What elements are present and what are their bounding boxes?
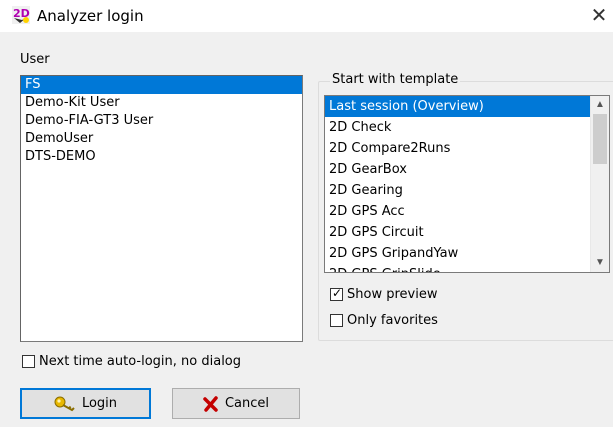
auto-login-checkbox[interactable] [22, 355, 35, 368]
template-list-item[interactable]: 2D GearBox [325, 159, 591, 180]
auto-login-row[interactable]: Next time auto-login, no dialog [22, 354, 241, 369]
template-list-item[interactable]: Last session (Overview) [325, 96, 591, 117]
user-list-item[interactable]: DemoUser [21, 130, 302, 148]
login-label: Login [81, 396, 118, 411]
user-list-item[interactable]: Demo-FIA-GT3 User [21, 112, 302, 130]
template-items: Last session (Overview) 2D Check 2D Compar… [325, 96, 591, 272]
show-preview-checkbox[interactable]: ✓ [330, 286, 343, 301]
user-list[interactable]: FS Demo-Kit User Demo-FIA-GT3 User DemoUser… [20, 75, 303, 342]
auto-login-label: Next time auto-login, no dialog [39, 354, 242, 369]
scroll-thumb[interactable] [593, 114, 607, 164]
only-favorites-label: Only favorites [347, 313, 438, 328]
close-button[interactable]: ✕ [588, 4, 610, 26]
scroll-down-icon[interactable]: ▼ [591, 254, 609, 272]
scroll-up-icon[interactable]: ▲ [591, 96, 609, 114]
cancel-label: Cancel [224, 396, 270, 411]
only-favorites-checkbox[interactable] [330, 314, 343, 327]
only-favorites-row[interactable]: Only favorites [330, 313, 438, 328]
user-list-item[interactable]: FS [21, 76, 302, 94]
template-list-item[interactable]: 2D Compare2Runs [325, 138, 591, 159]
app-icon: 2D [12, 6, 30, 24]
show-preview-row[interactable]: ✓ Show preview [330, 286, 438, 302]
template-list-item[interactable]: 2D GPS GripandYaw [325, 243, 591, 264]
template-list-item[interactable]: 2D Check [325, 117, 591, 138]
cancel-button[interactable]: Cancel [172, 388, 300, 419]
login-button[interactable]: Login [20, 388, 151, 419]
template-list-item[interactable]: 2D GPS GripSlide [325, 264, 591, 272]
template-list-item[interactable]: 2D GPS Acc [325, 201, 591, 222]
template-list-item[interactable]: 2D Gearing [325, 180, 591, 201]
user-list-item[interactable]: DTS-DEMO [21, 148, 302, 166]
user-list-item[interactable]: Demo-Kit User [21, 94, 302, 112]
red-x-icon [203, 395, 219, 412]
title-bar: 2D Analyzer login ✕ [0, 0, 613, 32]
window-title: Analyzer login [37, 7, 144, 25]
template-scrollbar[interactable]: ▲ ▼ [590, 96, 609, 272]
template-list[interactable]: Last session (Overview) 2D Check 2D Compar… [324, 95, 610, 273]
key-icon [54, 396, 76, 412]
template-group-label: Start with template [330, 72, 461, 87]
template-list-item[interactable]: 2D GPS Circuit [325, 222, 591, 243]
user-label: User [20, 52, 50, 67]
checkmark-icon: ✓ [332, 286, 343, 300]
show-preview-label: Show preview [347, 287, 438, 302]
